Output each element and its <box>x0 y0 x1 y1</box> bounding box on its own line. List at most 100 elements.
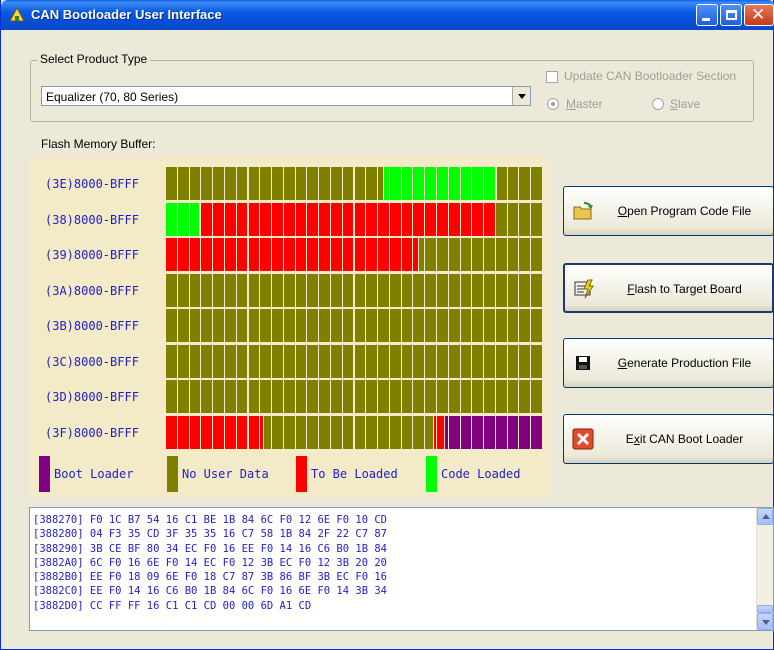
exit-button[interactable]: Exit CAN Boot Loader <box>563 414 774 464</box>
generate-button[interactable]: Generate Production File <box>563 338 774 388</box>
memory-cell-none <box>213 380 225 413</box>
memory-cell-load <box>248 238 261 271</box>
memory-cell-none <box>389 274 402 307</box>
master-radio-label: Master <box>566 97 603 111</box>
memory-cell-none <box>507 203 520 236</box>
memory-cell-boot <box>460 416 473 449</box>
legend-swatch-code <box>426 456 437 492</box>
scroll-thumb[interactable] <box>757 605 773 613</box>
memory-cell-load <box>389 203 402 236</box>
memory-cell-none <box>413 274 426 307</box>
product-type-select[interactable]: Equalizer (70, 80 Series) <box>41 86 531 106</box>
close-button[interactable]: ✕ <box>744 4 774 26</box>
memory-cell-none <box>460 309 473 342</box>
memory-cell-none <box>213 274 225 307</box>
memory-cell-none <box>342 345 355 378</box>
memory-cell-none <box>330 380 343 413</box>
memory-row-label: (3C)8000-BFFF <box>45 355 139 369</box>
minimize-button[interactable] <box>696 4 718 26</box>
memory-cell-none <box>177 309 190 342</box>
window-title: CAN Bootloader User Interface <box>31 7 222 22</box>
memory-cell-load <box>378 203 390 236</box>
memory-cell-none <box>484 274 496 307</box>
memory-cell-load <box>401 238 414 271</box>
memory-cell-none <box>342 380 355 413</box>
memory-row <box>166 274 543 309</box>
memory-cell-load <box>413 203 426 236</box>
chevron-down-icon[interactable] <box>512 87 530 105</box>
memory-cell-none <box>401 309 414 342</box>
memory-cell-load <box>319 238 331 271</box>
memory-cell-none <box>401 274 414 307</box>
scroll-down-button[interactable] <box>757 613 773 630</box>
log-scrollbar[interactable] <box>756 508 773 630</box>
memory-cell-load <box>177 238 190 271</box>
memory-cell-none <box>272 380 284 413</box>
memory-row-label: (3F)8000-BFFF <box>45 426 139 440</box>
memory-cell-none <box>224 309 237 342</box>
memory-cell-none <box>354 309 367 342</box>
memory-cell-none <box>201 345 214 378</box>
memory-cell-none <box>283 274 296 307</box>
title-bar[interactable]: CAN Bootloader User Interface ✕ <box>1 0 774 30</box>
memory-cell-none <box>248 167 261 200</box>
flash-button-label: Flash to Target Board <box>627 282 742 296</box>
hex-log-text: [388270] F0 1C B7 54 16 C1 BE 1B 84 6C F… <box>33 514 388 612</box>
memory-cell-none <box>495 380 508 413</box>
chevron-up-icon <box>762 514 770 519</box>
memory-cell-none <box>378 309 390 342</box>
product-type-group-label: Select Product Type <box>37 52 151 66</box>
memory-cell-load <box>224 416 237 449</box>
memory-cell-none <box>260 167 273 200</box>
flash-button[interactable]: Flash to Target Board <box>563 263 774 313</box>
memory-row-label: (38)8000-BFFF <box>45 213 139 227</box>
memory-cell-load <box>295 203 308 236</box>
memory-cell-none <box>366 309 379 342</box>
memory-cell-none <box>342 167 355 200</box>
memory-cell-code <box>389 167 402 200</box>
memory-cell-none <box>236 274 249 307</box>
update-bootloader-checkbox[interactable] <box>546 71 558 83</box>
memory-cell-none <box>224 274 237 307</box>
memory-cell-none <box>507 238 520 271</box>
memory-cell-load <box>460 203 473 236</box>
memory-cell-none <box>236 167 249 200</box>
memory-cell-none <box>248 345 261 378</box>
memory-cell-none <box>519 203 532 236</box>
memory-cell-none <box>330 345 343 378</box>
memory-cell-load <box>272 203 284 236</box>
memory-cell-none <box>448 345 461 378</box>
memory-cell-none <box>437 274 449 307</box>
memory-cell-none <box>531 345 543 378</box>
master-radio[interactable] <box>547 98 559 110</box>
memory-cell-none <box>213 167 225 200</box>
open-button[interactable]: Open Program Code File <box>563 186 774 236</box>
scroll-up-button[interactable] <box>757 508 773 525</box>
memory-cell-none <box>295 345 308 378</box>
memory-cell-boot <box>507 416 520 449</box>
memory-cell-none <box>307 380 320 413</box>
slave-radio[interactable] <box>652 98 664 110</box>
memory-cell-load <box>201 416 214 449</box>
legend-swatch-none <box>167 456 178 492</box>
memory-cell-load <box>166 238 178 271</box>
memory-cell-none <box>295 274 308 307</box>
memory-cell-none <box>295 167 308 200</box>
memory-cell-code <box>413 167 426 200</box>
maximize-button[interactable] <box>720 4 742 26</box>
close-x-icon <box>572 428 594 450</box>
memory-cell-load <box>448 203 461 236</box>
memory-cell-none <box>437 345 449 378</box>
memory-cell-none <box>472 345 485 378</box>
memory-cell-load <box>295 238 308 271</box>
memory-cell-none <box>260 380 273 413</box>
memory-cell-code <box>189 203 201 236</box>
memory-cell-load <box>189 238 202 271</box>
memory-cell-load <box>342 238 355 271</box>
memory-cell-none <box>330 309 343 342</box>
chevron-down-icon <box>762 620 770 625</box>
memory-cell-none <box>189 309 202 342</box>
hex-log[interactable]: [388270] F0 1C B7 54 16 C1 BE 1B 84 6C F… <box>29 507 774 631</box>
memory-cell-none <box>519 238 532 271</box>
memory-cell-none <box>224 345 237 378</box>
